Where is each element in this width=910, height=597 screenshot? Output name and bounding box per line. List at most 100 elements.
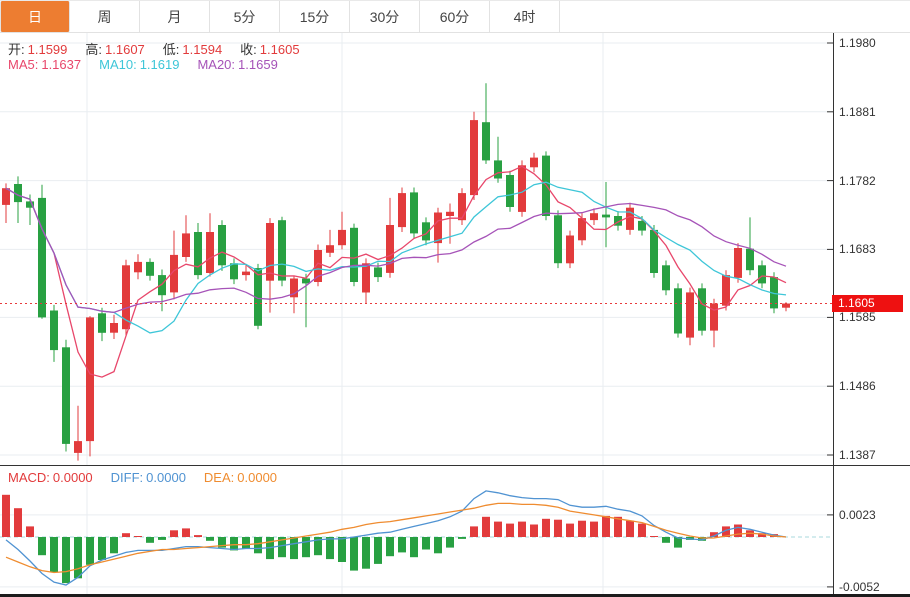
- macd-bar-up: [578, 521, 586, 537]
- candle-down: [746, 249, 754, 271]
- macd-bar-up: [530, 525, 538, 538]
- tab-60min[interactable]: 60分: [420, 1, 490, 32]
- candle-down: [674, 288, 682, 333]
- candle-up: [206, 232, 214, 273]
- price-axis-label: 1.1683: [839, 241, 876, 257]
- candle-down: [98, 313, 106, 333]
- period-toolbar: 日 周 月 5分 15分 30分 60分 4时: [0, 0, 910, 33]
- candle-down: [602, 215, 610, 218]
- macd-bar-up: [2, 495, 10, 537]
- macd-bar-up: [590, 522, 598, 537]
- candle-down: [230, 263, 238, 279]
- candle-down: [218, 225, 226, 265]
- tab-30min[interactable]: 30分: [350, 1, 420, 32]
- candle-up: [470, 120, 478, 195]
- candlestick-chart-canvas[interactable]: [0, 33, 910, 597]
- ohlc-legend: 开:1.1599 高:1.1607 低:1.1594 收:1.1605: [8, 39, 300, 58]
- diff-value: DIFF:0.0000: [111, 470, 186, 485]
- candle-down: [662, 265, 670, 290]
- price-axis-label: 1.1782: [839, 173, 876, 189]
- macd-bar-down: [74, 537, 82, 578]
- macd-bar-down: [446, 537, 454, 548]
- tab-15min[interactable]: 15分: [280, 1, 350, 32]
- macd-bar-down: [50, 537, 58, 573]
- macd-bar-down: [350, 537, 358, 571]
- candle-down: [50, 311, 58, 351]
- macd-bar-up: [470, 526, 478, 537]
- current-price-tag: 1.1605: [832, 295, 903, 312]
- macd-bar-down: [326, 537, 334, 559]
- ma20-value: MA20:1.1659: [197, 57, 277, 72]
- candle-up: [722, 275, 730, 306]
- tab-month[interactable]: 月: [140, 1, 210, 32]
- candle-up: [398, 193, 406, 227]
- candle-up: [134, 262, 142, 272]
- macd-bar-up: [122, 533, 130, 537]
- close-value: 收:1.1605: [240, 39, 299, 58]
- dea-value: DEA:0.0000: [204, 470, 277, 485]
- macd-axis-label: -0.0052: [839, 579, 880, 595]
- candle-up: [530, 158, 538, 168]
- macd-bar-up: [182, 528, 190, 537]
- high-value: 高:1.1607: [85, 39, 144, 58]
- kline-app: 日 周 月 5分 15分 30分 60分 4时 开:1.1599 高:1.160…: [0, 0, 910, 597]
- candle-up: [242, 272, 250, 276]
- macd-bar-down: [374, 537, 382, 564]
- tab-4hour[interactable]: 4时: [490, 1, 560, 32]
- candle-up: [710, 304, 718, 331]
- macd-bar-down: [38, 537, 46, 555]
- candle-up: [434, 213, 442, 244]
- candle-up: [518, 165, 526, 212]
- macd-bar-up: [518, 522, 526, 537]
- candle-up: [74, 441, 82, 453]
- tab-day[interactable]: 日: [0, 1, 70, 32]
- macd-bar-down: [398, 537, 406, 552]
- open-value: 开:1.1599: [8, 39, 67, 58]
- candle-down: [506, 175, 514, 207]
- macd-legend: MACD:0.0000 DIFF:0.0000 DEA:0.0000: [8, 470, 277, 485]
- ma10-value: MA10:1.1619: [99, 57, 179, 72]
- price-axis-label: 1.1881: [839, 104, 876, 120]
- macd-bar-down: [62, 537, 70, 583]
- candle-down: [410, 192, 418, 233]
- macd-bar-down: [386, 537, 394, 556]
- candle-up: [266, 223, 274, 281]
- tab-5min[interactable]: 5分: [210, 1, 280, 32]
- tab-week[interactable]: 周: [70, 1, 140, 32]
- macd-bar-down: [458, 537, 466, 539]
- macd-bar-down: [86, 537, 94, 565]
- candle-up: [362, 263, 370, 292]
- candle-down: [158, 275, 166, 295]
- macd-bar-down: [158, 537, 166, 540]
- candle-down: [554, 215, 562, 263]
- macd-bar-up: [482, 517, 490, 537]
- candle-up: [626, 208, 634, 230]
- candle-down: [194, 232, 202, 275]
- macd-bar-down: [662, 537, 670, 543]
- candle-up: [338, 230, 346, 245]
- macd-bar-up: [194, 535, 202, 537]
- ma5-value: MA5:1.1637: [8, 57, 81, 72]
- macd-bar-down: [98, 537, 106, 560]
- candle-down: [374, 267, 382, 277]
- candle-up: [182, 233, 190, 257]
- candle-down: [350, 228, 358, 282]
- macd-bar-down: [302, 537, 310, 557]
- macd-axis-label: 0.0023: [839, 507, 876, 523]
- macd-bar-down: [362, 537, 370, 569]
- candle-up: [2, 188, 10, 205]
- candle-down: [302, 279, 310, 284]
- candle-down: [38, 198, 46, 318]
- macd-bar-up: [602, 516, 610, 537]
- macd-bar-down: [110, 537, 118, 553]
- candle-down: [758, 265, 766, 283]
- macd-bar-up: [134, 536, 142, 537]
- macd-bar-down: [242, 537, 250, 549]
- macd-bar-down: [410, 537, 418, 557]
- candle-up: [458, 193, 466, 220]
- macd-bar-up: [542, 519, 550, 537]
- candle-up: [734, 248, 742, 278]
- candle-up: [566, 236, 574, 264]
- candle-up: [110, 323, 118, 333]
- macd-bar-down: [422, 537, 430, 550]
